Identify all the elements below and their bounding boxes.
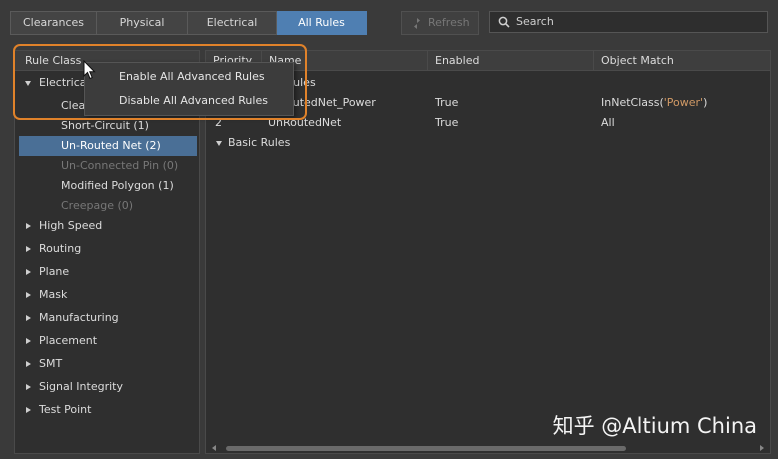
cell-enabled: True xyxy=(435,96,459,109)
mouse-cursor-icon xyxy=(83,60,96,80)
column-enabled[interactable]: Enabled xyxy=(428,51,594,71)
tree-item-test-point[interactable]: Test Point xyxy=(15,400,199,420)
tree-item-mask[interactable]: Mask xyxy=(15,285,199,305)
horizontal-scrollbar[interactable] xyxy=(206,444,770,453)
tree-item-manufacturing[interactable]: Manufacturing xyxy=(15,308,199,328)
cell-object-match: All xyxy=(601,116,615,129)
tree-item-label: Test Point xyxy=(39,403,92,416)
chevron-right-icon xyxy=(26,384,31,390)
tree-item-smt[interactable]: SMT xyxy=(15,354,199,374)
tab-clearances[interactable]: Clearances xyxy=(10,11,97,35)
tree-item-creepage[interactable]: Creepage (0) xyxy=(15,196,199,216)
rule-tabs: Clearances Physical Electrical All Rules xyxy=(10,11,367,35)
watermark-text: 知乎 @Altium China xyxy=(552,414,757,438)
tree-item-label: High Speed xyxy=(39,219,103,232)
chevron-right-icon xyxy=(26,269,31,275)
tree-item-plane[interactable]: Plane xyxy=(15,262,199,282)
cell-enabled: True xyxy=(435,116,459,129)
chevron-right-icon xyxy=(26,292,31,298)
chevron-right-icon xyxy=(26,338,31,344)
tree-item-label: Plane xyxy=(39,265,70,278)
chevron-right-icon xyxy=(26,361,31,367)
group-basic-rules[interactable]: Basic Rules xyxy=(206,133,770,153)
scroll-left-icon[interactable] xyxy=(212,445,216,451)
search-placeholder: Search xyxy=(516,15,554,28)
scroll-thumb[interactable] xyxy=(226,446,626,451)
chevron-right-icon xyxy=(26,246,31,252)
tree-item-un-routed-net[interactable]: Un-Routed Net (2) xyxy=(19,136,197,156)
tree-item-high-speed[interactable]: High Speed xyxy=(15,216,199,236)
tab-electrical[interactable]: Electrical xyxy=(188,11,277,35)
tree-item-label: Placement xyxy=(39,334,98,347)
tree-item-label: Mask xyxy=(39,288,68,301)
tab-physical[interactable]: Physical xyxy=(97,11,188,35)
tree-item-label: Signal Integrity xyxy=(39,380,123,393)
highlight-annotation xyxy=(13,44,307,120)
refresh-icon xyxy=(414,18,420,29)
tree-item-label: Routing xyxy=(39,242,82,255)
tree-item-un-connected-pin[interactable]: Un-Connected Pin (0) xyxy=(15,156,199,176)
search-icon xyxy=(498,16,510,28)
chevron-right-icon xyxy=(26,407,31,413)
tree-item-routing[interactable]: Routing xyxy=(15,239,199,259)
scroll-right-icon[interactable] xyxy=(760,445,764,451)
tab-all-rules[interactable]: All Rules xyxy=(277,11,367,35)
refresh-button[interactable]: Refresh xyxy=(401,11,479,35)
cell-object-match: InNetClass('Power') xyxy=(601,96,708,109)
column-object-match[interactable]: Object Match xyxy=(594,51,770,71)
chevron-down-icon xyxy=(216,141,222,146)
tree-item-signal-integrity[interactable]: Signal Integrity xyxy=(15,377,199,397)
tree-item-label: Manufacturing xyxy=(39,311,119,324)
search-input[interactable]: Search xyxy=(489,11,768,33)
tree-item-placement[interactable]: Placement xyxy=(15,331,199,351)
refresh-label: Refresh xyxy=(428,16,470,29)
group-label: Basic Rules xyxy=(228,136,291,149)
chevron-right-icon xyxy=(26,223,31,229)
tree-item-modified-polygon[interactable]: Modified Polygon (1) xyxy=(15,176,199,196)
chevron-right-icon xyxy=(26,315,31,321)
tree-item-label: SMT xyxy=(39,357,63,370)
